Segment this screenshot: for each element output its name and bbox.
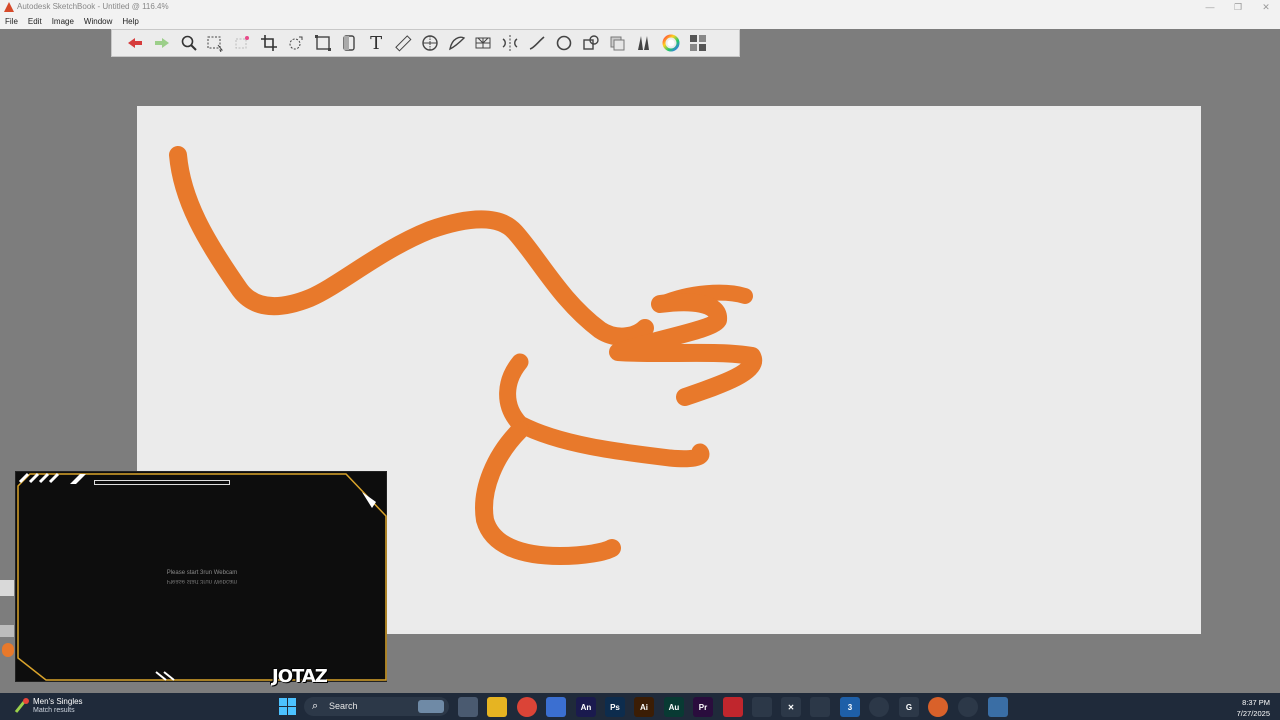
search-highlight-image [418, 700, 444, 713]
restore-button[interactable]: ❐ [1224, 1, 1252, 13]
clock-time: 8:37 PM [1242, 698, 1270, 707]
minimize-button[interactable]: — [1196, 1, 1224, 13]
taskbar-search-box[interactable]: ⌕ Search [304, 697, 449, 716]
webcam-title-bar [94, 480, 230, 485]
g-app-icon[interactable]: G [899, 697, 919, 717]
copic-library-icon[interactable] [687, 32, 709, 54]
text-icon[interactable]: T [365, 32, 387, 54]
ruler-icon[interactable] [392, 32, 414, 54]
animate-icon[interactable]: An [576, 697, 596, 717]
window-title: Autodesk SketchBook - Untitled @ 116.4% [17, 2, 169, 11]
close-button[interactable]: ✕ [1252, 1, 1280, 13]
orange-app-icon[interactable] [928, 697, 948, 717]
illustrator-icon[interactable]: Ai [634, 697, 654, 717]
webcam-overlay: Please start 3run Webcam Please start 3r… [15, 471, 387, 682]
select-icon[interactable] [204, 32, 226, 54]
distort-icon[interactable] [312, 32, 334, 54]
obs-icon[interactable] [958, 697, 978, 717]
color-puck[interactable] [2, 643, 14, 657]
transform-icon[interactable] [285, 32, 307, 54]
task-view-icon[interactable] [458, 697, 478, 717]
app-vs-icon[interactable] [546, 697, 566, 717]
menu-image[interactable]: Image [52, 15, 74, 29]
circle-app-icon[interactable] [869, 697, 889, 717]
canvas-flip-icon[interactable] [338, 32, 360, 54]
brush-library-icon[interactable] [633, 32, 655, 54]
redo-icon[interactable] [151, 32, 173, 54]
main-toolbar: T [111, 29, 740, 57]
shape-icon[interactable] [580, 32, 602, 54]
menu-file[interactable]: File [5, 15, 18, 29]
search-label: Search [329, 701, 358, 711]
search-icon: ⌕ [312, 700, 319, 712]
circle-icon[interactable] [553, 32, 575, 54]
app-red-icon[interactable] [723, 697, 743, 717]
notification-subtitle: Match results [33, 707, 75, 714]
zoom-icon[interactable] [178, 32, 200, 54]
tennis-icon [14, 698, 29, 713]
stroke-icon[interactable] [526, 32, 548, 54]
palette-fragment-top[interactable] [0, 580, 14, 596]
layers-icon[interactable] [606, 32, 628, 54]
windows-start-icon[interactable] [279, 698, 296, 715]
premiere-icon[interactable]: Pr [693, 697, 713, 717]
x-app-icon[interactable]: ✕ [781, 697, 801, 717]
symmetry-icon[interactable] [499, 32, 521, 54]
webcam-placeholder-message: Please start 3run Webcam Please start 3r… [166, 570, 238, 584]
clock-date: 7/27/2025 [1236, 709, 1270, 718]
photoshop-icon[interactable]: Ps [605, 697, 625, 717]
sketchbook-app-icon [4, 2, 14, 12]
file-explorer-icon[interactable] [487, 697, 507, 717]
menu-window[interactable]: Window [84, 15, 112, 29]
menu-edit[interactable]: Edit [28, 15, 42, 29]
ellipse-guide-icon[interactable] [419, 32, 441, 54]
document-app-icon[interactable] [810, 697, 830, 717]
title-bar: Autodesk SketchBook - Untitled @ 116.4% … [0, 0, 1280, 15]
color-wheel-icon[interactable] [660, 32, 682, 54]
pencil-app-icon[interactable] [752, 697, 772, 717]
perspective-icon[interactable] [472, 32, 494, 54]
sketchbook-taskbar-icon[interactable] [988, 697, 1008, 717]
menu-help[interactable]: Help [122, 15, 138, 29]
notification-title: Men's Singles [33, 697, 83, 706]
chrome-icon[interactable] [517, 697, 537, 717]
audition-icon[interactable]: Au [664, 697, 684, 717]
undo-icon[interactable] [124, 32, 146, 54]
palette-fragment-middle[interactable] [0, 625, 14, 637]
menu-bar: File Edit Image Window Help [0, 15, 1280, 29]
number-3-app-icon[interactable]: 3 [840, 697, 860, 717]
system-clock[interactable]: 8:37 PM 7/27/2025 [1237, 697, 1270, 719]
crop-icon[interactable] [258, 32, 280, 54]
lasso-select-icon[interactable] [231, 32, 253, 54]
french-curve-icon[interactable] [446, 32, 468, 54]
streamer-logo: JOTAZ [272, 666, 328, 687]
